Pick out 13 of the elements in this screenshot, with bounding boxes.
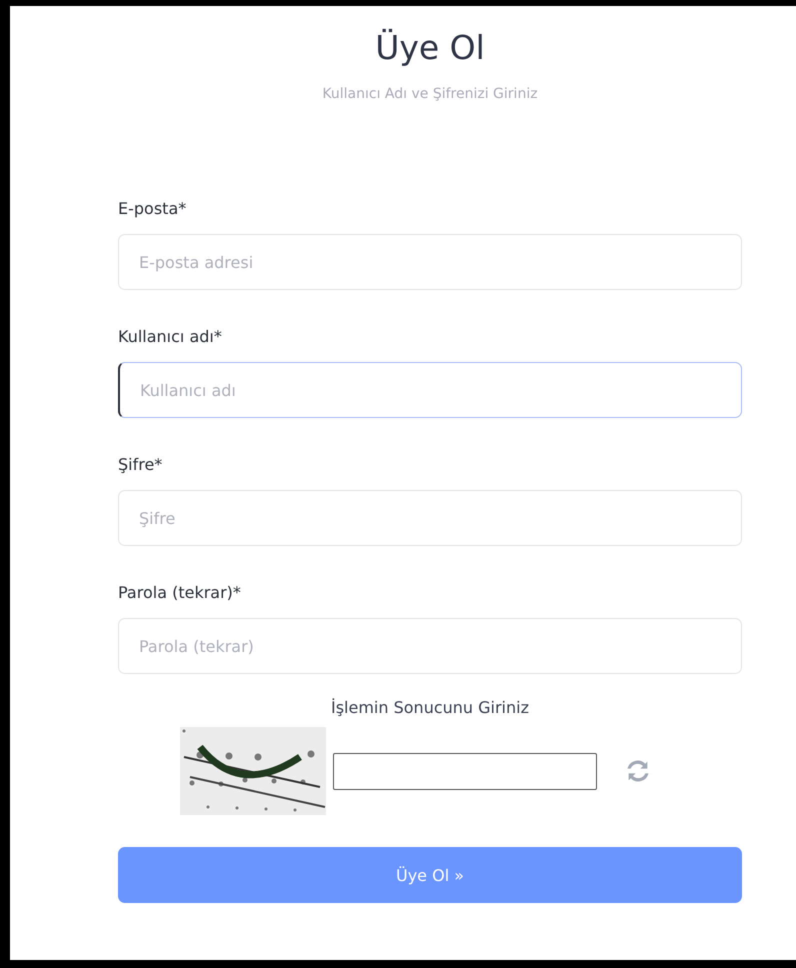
register-button[interactable]: Üye Ol » [118,847,742,903]
field-label: Şifre* [118,454,164,476]
input-field[interactable]: Kullanıcı adı [118,362,742,418]
field-label: Parola (tekrar)* [118,582,242,604]
input-field[interactable]: E-posta adresi [118,234,742,290]
field-label: E-posta* [118,198,188,220]
input-field[interactable]: Şifre [118,490,742,546]
answer-box[interactable] [333,752,597,790]
captcha-label: İşlemin Sonucunu Giriniz [330,698,530,717]
page-subtitle: Kullanıcı Adı ve Şifrenizi Giriniz [322,86,538,102]
page-title: Üye Ol [375,28,485,68]
field-label: Kullanıcı adı* [118,326,223,348]
input-field[interactable]: Parola (tekrar) [118,618,742,674]
